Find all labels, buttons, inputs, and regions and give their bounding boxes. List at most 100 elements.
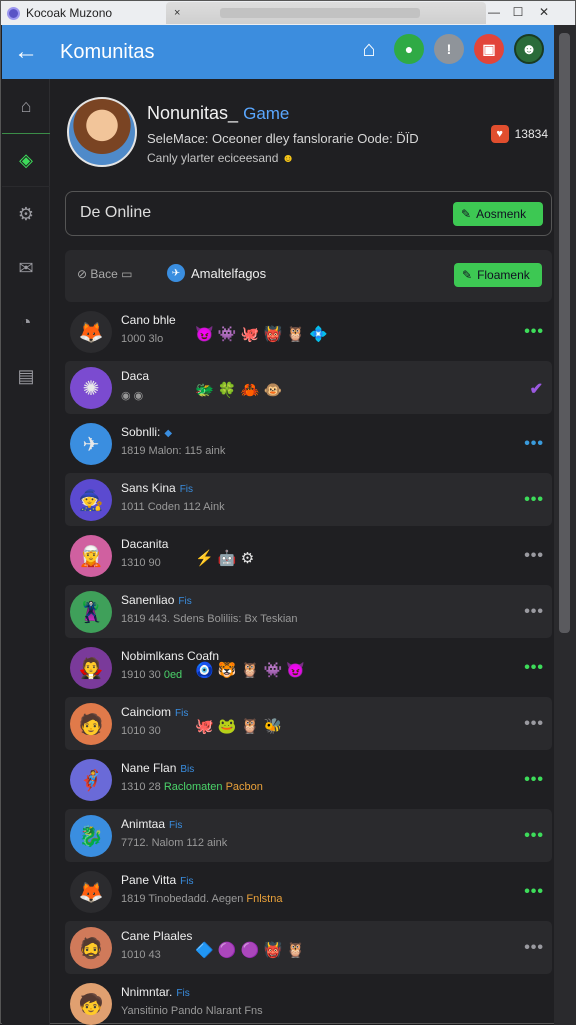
list-item[interactable]: 🧔 Cane Plaales 1010 43 🔷 🟣 🟣 👹 🦉 ••• — [65, 921, 552, 974]
member-avatar[interactable]: 🦊 — [70, 871, 112, 913]
sidebar-explore-icon[interactable]: ◔ — [2, 295, 50, 349]
more-options-icon[interactable]: ••• — [524, 939, 544, 957]
more-options-icon[interactable]: ••• — [524, 323, 544, 341]
member-name: Nnimntar. Fis — [121, 985, 190, 999]
list-item[interactable]: 🦊 Pane Vitta Fis 1819 Tinobedadd. Aegen Fnl… — [65, 865, 552, 918]
more-options-icon[interactable]: ••• — [524, 883, 544, 901]
member-meta: 1819 Malon: 115 aink — [121, 445, 225, 457]
member-avatar[interactable]: 🧙 — [70, 479, 112, 521]
member-avatar[interactable]: 🐉 — [70, 815, 112, 857]
tab-close-icon[interactable]: × — [174, 7, 180, 19]
notification-icon[interactable]: ▣ — [474, 34, 504, 64]
list-item[interactable]: 🧑 Cainciom Fis 1010 30 🐙 🐸 🦉 🐝 ••• — [65, 697, 552, 750]
member-name: Animtaa Fis — [121, 817, 182, 831]
more-options-icon[interactable]: ••• — [524, 491, 544, 509]
member-badge: Fis — [179, 484, 194, 495]
more-options-icon[interactable]: ••• — [524, 435, 544, 453]
more-options-icon[interactable]: ••• — [524, 715, 544, 733]
window-tab[interactable]: × — [166, 2, 486, 24]
more-options-icon[interactable]: ••• — [524, 827, 544, 845]
profile-tag: Game — [243, 104, 290, 123]
member-meta-highlight: 0ed — [160, 669, 183, 681]
list-item[interactable]: 🧙 Sans Kina Fis 1011 Coden 112 Aink ••• — [65, 473, 552, 526]
window-titlebar: Kocoak Muzono × — ☐ ✕ — [1, 1, 575, 25]
profile-avatar[interactable] — [67, 97, 137, 167]
member-avatar[interactable]: ✺ — [70, 367, 112, 409]
member-avatar[interactable]: 🧔 — [70, 927, 112, 969]
filter-left-label: Bace — [90, 267, 118, 281]
sidebar-chat-icon[interactable]: ✉ — [2, 241, 50, 295]
plane-icon: ✈ — [167, 264, 185, 282]
scrollbar[interactable] — [554, 25, 576, 1025]
member-avatar[interactable]: ✈ — [70, 423, 112, 465]
member-name-text: Cainciom — [121, 705, 172, 719]
member-avatar[interactable]: 🧛 — [70, 647, 112, 689]
member-meta: 1011 Coden 112 Aink — [121, 501, 225, 513]
sidebar-settings-icon[interactable]: ⚙ — [2, 187, 50, 241]
smile-icon: ☻ — [281, 151, 295, 165]
community-profile: Nonunitas_ Game SeleMace: Oceoner dley f… — [51, 79, 554, 189]
sidebar-community-icon[interactable]: ◈ — [2, 133, 50, 187]
list-item[interactable]: 🐉 Animtaa Fis 7712. Nalom 112 aink ••• — [65, 809, 552, 862]
filter-action-label: Floamenk — [477, 268, 530, 282]
member-name-text: Sobnlli: — [121, 425, 161, 439]
member-game-icons: ⚡ 🤖 ⚙ — [195, 550, 255, 567]
sidebar-book-icon[interactable]: ▤ — [2, 349, 50, 403]
more-options-icon[interactable]: ••• — [524, 603, 544, 621]
status-field[interactable]: De Online ✎ Aosmenk — [65, 191, 552, 236]
filter-icon: ⊘ — [77, 267, 91, 281]
mic-icon[interactable]: ● — [394, 34, 424, 64]
member-badge: Fis — [180, 876, 194, 887]
status-action-button[interactable]: ✎ Aosmenk — [453, 202, 543, 226]
arrow-left-icon[interactable]: ← — [14, 38, 42, 66]
filter-chip[interactable]: ✈ Amaltelfagos — [167, 264, 266, 282]
member-name: Dacanita — [121, 537, 168, 551]
filter-left[interactable]: ⊘ Bace ▭ — [77, 267, 132, 281]
more-options-icon[interactable]: ••• — [524, 547, 544, 565]
pencil-icon: ✎ — [462, 268, 473, 282]
filter-action-button[interactable]: ✎ Floamenk — [454, 263, 542, 287]
member-avatar[interactable]: 🧝 — [70, 535, 112, 577]
more-options-icon[interactable]: ✔ — [530, 379, 544, 399]
close-window-button[interactable]: ✕ — [533, 1, 555, 23]
member-meta: 1819 Tinobedadd. Aegen Fnlstna — [121, 893, 282, 905]
member-meta-highlight: Raclomaten — [160, 781, 223, 793]
member-avatar[interactable]: 🦊 — [70, 311, 112, 353]
member-name: Daca — [121, 369, 149, 383]
status-text: De Online — [80, 204, 152, 221]
filter-bar: ⊘ Bace ▭ ✈ Amaltelfagos ✎ Floamenk — [65, 250, 552, 302]
member-name-text: Sanenliao — [121, 593, 175, 607]
more-options-icon[interactable]: ••• — [524, 659, 544, 677]
scrollbar-thumb[interactable] — [559, 33, 570, 633]
page-title: Komunitas — [60, 40, 155, 63]
member-name: Sanenliao Fis — [121, 593, 192, 607]
member-name: Sobnlli: ◆ — [121, 425, 172, 439]
member-name: Sans Kina Fis — [121, 481, 193, 495]
status-action-label: Aosmenk — [476, 207, 527, 221]
member-game-icons: 🔷 🟣 🟣 👹 🦉 — [195, 942, 306, 959]
list-item[interactable]: 🦊 Cano bhle 1000 3lo 😈 👾 🐙 👹 🦉 💠 ••• — [65, 305, 552, 358]
member-avatar[interactable]: 🦸 — [70, 759, 112, 801]
list-item[interactable]: 🧝 Dacanita 1310 90 ⚡ 🤖 ⚙ ••• — [65, 529, 552, 582]
member-avatar[interactable]: 🧒 — [70, 983, 112, 1025]
list-item[interactable]: 🧒 Nnimntar. Fis Yansitinio Pando Nlarant Fn… — [65, 977, 552, 1025]
list-item[interactable]: ✈ Sobnlli: ◆ 1819 Malon: 115 aink ••• — [65, 417, 552, 470]
sidebar-home-icon[interactable]: ⌂ — [2, 79, 50, 133]
avatar[interactable]: ☻ — [514, 34, 544, 64]
list-item[interactable]: 🦹 Sanenliao Fis 1819 443. Sdens Boliliis: B… — [65, 585, 552, 638]
member-avatar[interactable]: 🧑 — [70, 703, 112, 745]
member-name-text: Nane Flan — [121, 761, 177, 775]
list-item[interactable]: 🦸 Nane Flan Bis 1310 28 Raclomaten Pacbon ••… — [65, 753, 552, 806]
member-avatar[interactable]: 🦹 — [70, 591, 112, 633]
list-item[interactable]: ✺ Daca ◉ ◉ 🐲 🍀 🦀 🐵 ✔ — [65, 361, 552, 414]
member-meta-text: 1819 Malon: 115 aink — [121, 445, 226, 457]
minimize-button[interactable]: — — [483, 1, 505, 23]
home-icon[interactable]: ⌂ — [354, 34, 384, 64]
list-item[interactable]: 🧛 Nobimlkans Coafn 1910 30 0ed 🧿 🐯 🦉 👾 😈 ••• — [65, 641, 552, 694]
more-options-icon[interactable]: ••• — [524, 771, 544, 789]
maximize-button[interactable]: ☐ — [507, 1, 529, 23]
info-icon[interactable]: ! — [434, 34, 464, 64]
member-name: Nane Flan Bis — [121, 761, 194, 775]
member-meta: 1010 43 — [121, 949, 161, 961]
member-badge: Fis — [178, 596, 192, 607]
